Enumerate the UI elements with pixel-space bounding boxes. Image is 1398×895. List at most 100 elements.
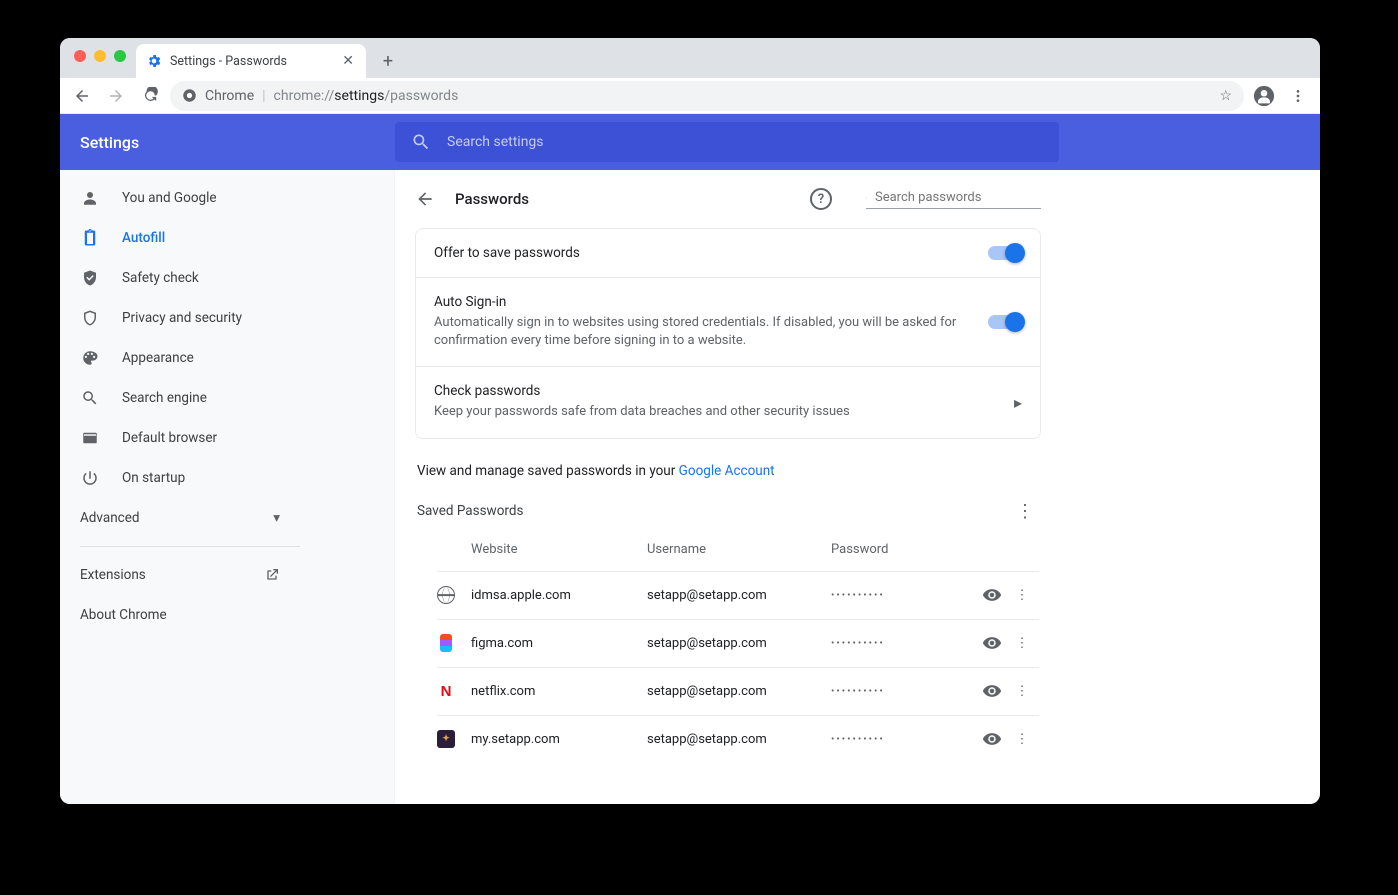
check-passwords-title: Check passwords (434, 383, 1000, 399)
open-in-new-icon (264, 567, 280, 583)
sidebar-item-privacy-security[interactable]: Privacy and security (60, 298, 394, 338)
settings-gear-icon (146, 53, 162, 69)
browser-icon (80, 429, 100, 447)
offer-save-label: Offer to save passwords (434, 245, 974, 261)
window-minimize-button[interactable] (94, 50, 106, 62)
search-icon (411, 132, 431, 152)
search-icon (80, 389, 100, 407)
sidebar-item-search-engine[interactable]: Search engine (60, 378, 394, 418)
sidebar-label: On startup (122, 470, 185, 486)
table-header: Website Username Password (437, 532, 1039, 571)
window-maximize-button[interactable] (114, 50, 126, 62)
saved-passwords-title: Saved Passwords (417, 503, 523, 519)
saved-passwords-header: Saved Passwords ⋮ (395, 493, 1061, 526)
sidebar-item-appearance[interactable]: Appearance (60, 338, 394, 378)
bookmark-star-icon[interactable]: ☆ (1219, 88, 1232, 104)
person-icon (80, 189, 100, 207)
window-close-button[interactable] (74, 50, 86, 62)
password-row[interactable]: idmsa.apple.com setapp@setapp.com ••••••… (437, 571, 1039, 619)
browser-window: Settings - Passwords ✕ + Chrome | chrome… (60, 38, 1320, 804)
offer-save-toggle[interactable] (988, 246, 1022, 260)
user-cell: setapp@setapp.com (647, 636, 831, 651)
password-cell: •••••••••• (831, 734, 975, 745)
passwords-search-input[interactable] (875, 190, 1041, 205)
saved-passwords-menu-button[interactable]: ⋮ (1016, 501, 1033, 522)
nav-back-button[interactable] (68, 82, 96, 110)
search-icon (866, 190, 867, 206)
user-cell: setapp@setapp.com (647, 684, 831, 699)
tab-title: Settings - Passwords (170, 54, 287, 69)
setapp-icon: ✦ (437, 730, 455, 748)
nav-forward-button[interactable] (102, 82, 130, 110)
sidebar-label: Search engine (122, 390, 207, 406)
auto-signin-title: Auto Sign-in (434, 294, 974, 310)
help-icon[interactable]: ? (810, 188, 832, 210)
site-cell: netflix.com (471, 684, 647, 699)
password-options-card: Offer to save passwords Auto Sign-in Aut… (415, 228, 1041, 439)
sidebar-label: Appearance (122, 350, 194, 366)
tab-close-button[interactable]: ✕ (340, 53, 356, 69)
browser-tab[interactable]: Settings - Passwords ✕ (136, 44, 366, 78)
omnibox-origin-chip: Chrome | (182, 88, 266, 104)
row-menu-button[interactable]: ⋮ (1009, 636, 1035, 651)
omnibox[interactable]: Chrome | chrome://settings/passwords ☆ (170, 81, 1244, 111)
sidebar-about-chrome[interactable]: About Chrome (60, 595, 300, 635)
sidebar-item-on-startup[interactable]: On startup (60, 458, 394, 498)
sidebar-label: Default browser (122, 430, 217, 446)
show-password-button[interactable] (975, 729, 1009, 749)
back-arrow-button[interactable] (415, 189, 435, 209)
password-cell: •••••••••• (831, 590, 975, 601)
settings-content: Passwords ? Offer to save passwords (395, 170, 1320, 804)
sidebar-extensions[interactable]: Extensions (60, 555, 300, 595)
col-website: Website (471, 542, 647, 557)
google-account-text: View and manage saved passwords in your … (395, 459, 1061, 493)
sidebar-item-default-browser[interactable]: Default browser (60, 418, 394, 458)
profile-avatar-button[interactable] (1250, 82, 1278, 110)
sidebar-label: Autofill (122, 230, 165, 246)
globe-icon (437, 586, 455, 604)
settings-sidebar: You and Google Autofill Safety check Pri… (60, 170, 395, 804)
row-menu-button[interactable]: ⋮ (1009, 684, 1035, 699)
sidebar-label: You and Google (122, 190, 217, 206)
auto-signin-toggle[interactable] (988, 315, 1022, 329)
show-password-button[interactable] (975, 633, 1009, 653)
google-account-link[interactable]: Google Account (679, 463, 775, 479)
settings-search-input[interactable] (447, 134, 1043, 150)
omnibox-url: chrome://settings/passwords (274, 88, 459, 104)
sidebar-item-autofill[interactable]: Autofill (60, 218, 394, 258)
browser-menu-button[interactable] (1284, 82, 1312, 110)
row-menu-button[interactable]: ⋮ (1009, 732, 1035, 747)
sidebar-item-safety-check[interactable]: Safety check (60, 258, 394, 298)
row-menu-button[interactable]: ⋮ (1009, 588, 1035, 603)
netflix-icon: N (437, 682, 455, 700)
user-cell: setapp@setapp.com (647, 588, 831, 603)
palette-icon (80, 349, 100, 367)
password-row[interactable]: figma.com setapp@setapp.com •••••••••• ⋮ (437, 619, 1039, 667)
password-row[interactable]: N netflix.com setapp@setapp.com ••••••••… (437, 667, 1039, 715)
show-password-button[interactable] (975, 585, 1009, 605)
settings-title: Settings (60, 133, 395, 152)
sidebar-advanced[interactable]: Advanced ▾ (60, 498, 300, 538)
settings-search[interactable] (395, 122, 1059, 162)
shield-icon (80, 309, 100, 327)
site-cell: figma.com (471, 636, 647, 651)
tab-strip: Settings - Passwords ✕ + (60, 38, 1320, 78)
new-tab-button[interactable]: + (374, 47, 402, 75)
password-cell: •••••••••• (831, 638, 975, 649)
figma-icon (437, 634, 455, 652)
col-password: Password (831, 542, 961, 557)
chrome-icon (182, 88, 197, 103)
user-cell: setapp@setapp.com (647, 732, 831, 747)
passwords-search[interactable] (866, 190, 1041, 209)
browser-toolbar: Chrome | chrome://settings/passwords ☆ (60, 78, 1320, 114)
auto-signin-row: Auto Sign-in Automatically sign in to we… (416, 278, 1040, 367)
sidebar-divider (80, 546, 300, 547)
sidebar-label: Privacy and security (122, 310, 242, 326)
settings-body: You and Google Autofill Safety check Pri… (60, 170, 1320, 804)
col-username: Username (647, 542, 831, 557)
nav-reload-button[interactable] (136, 82, 164, 110)
sidebar-item-you-and-google[interactable]: You and Google (60, 178, 394, 218)
show-password-button[interactable] (975, 681, 1009, 701)
password-row[interactable]: ✦ my.setapp.com setapp@setapp.com ••••••… (437, 715, 1039, 763)
check-passwords-row[interactable]: Check passwords Keep your passwords safe… (416, 367, 1040, 437)
